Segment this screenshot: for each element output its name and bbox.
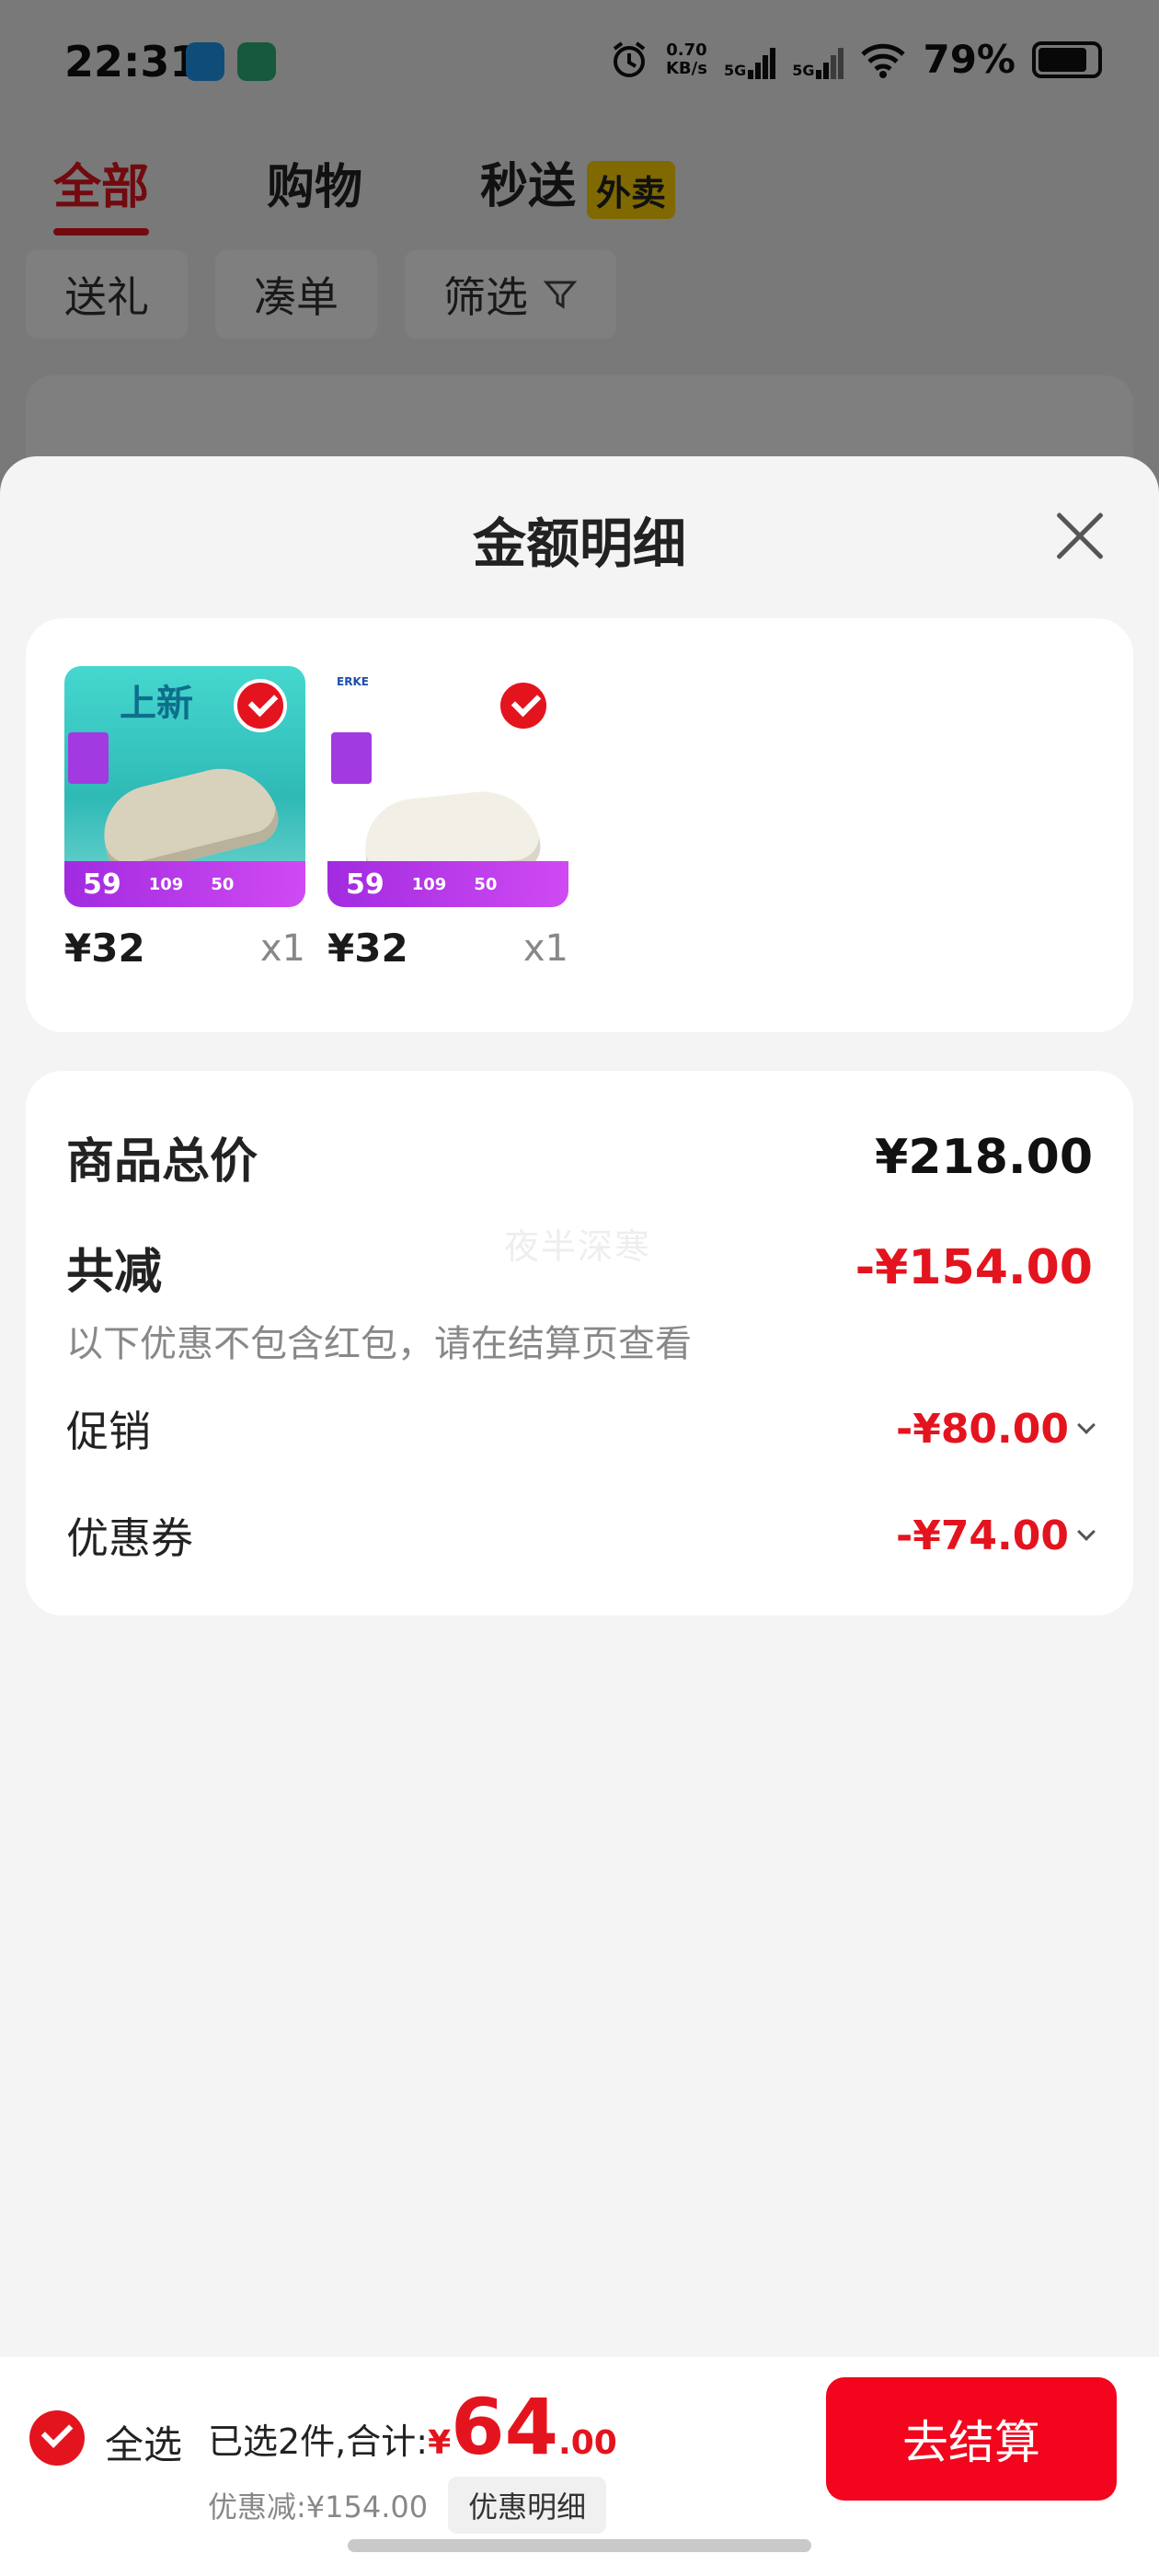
overlay-mask[interactable] (0, 0, 1159, 515)
coupon-value: -¥74.00 (895, 1512, 1069, 1559)
promo-label: 促销 (66, 1407, 151, 1456)
selected-products: 上新 59 109 50 ¥32 x1 ERKE 59 109 50 ¥32 x… (26, 618, 1133, 1032)
promo-band: 59 109 50 (327, 861, 568, 907)
band-mid: 109 (148, 874, 184, 894)
sheet-title: 金额明细 (472, 512, 686, 575)
total-integer: 64 (451, 2382, 559, 2472)
band-right: 50 (211, 874, 235, 894)
checkout-button[interactable]: 去结算 (826, 2377, 1117, 2501)
selected-text: 已选2件,合计: (208, 2421, 429, 2462)
product-price: ¥32 (64, 926, 145, 971)
promo-row[interactable]: 促销 -¥80.00 (66, 1398, 1096, 1459)
coupon-row[interactable]: 优惠券 -¥74.00 (66, 1505, 1096, 1566)
product-art-text: 上新 (120, 683, 193, 725)
product-qty: x1 (259, 927, 305, 970)
home-indicator[interactable] (348, 2539, 811, 2552)
selected-total: 已选2件,合计: ¥ 64 .00 (208, 2388, 617, 2466)
band-price: 59 (346, 868, 384, 901)
promo-value-wrap: -¥80.00 (895, 1405, 1096, 1453)
promo-tag (68, 732, 109, 784)
price-summary: 商品总价 ¥218.00 夜半深寒 共减 -¥154.00 以下优惠不包含红包，… (26, 1071, 1133, 1616)
currency-symbol: ¥ (428, 2424, 452, 2462)
band-price: 59 (83, 868, 121, 901)
discount-text: 优惠减:¥154.00 (208, 2490, 429, 2524)
promo-value: -¥80.00 (895, 1405, 1069, 1453)
product-price: ¥32 (327, 926, 408, 971)
chevron-down-icon[interactable] (1077, 1523, 1096, 1541)
erke-logo: ERKE (337, 675, 369, 688)
promo-tag (331, 732, 372, 784)
product-qty: x1 (522, 927, 568, 970)
total-row: 商品总价 ¥218.00 (66, 1122, 1093, 1191)
reduce-value: -¥154.00 (855, 1239, 1093, 1295)
total-label: 商品总价 (66, 1134, 258, 1190)
discount-detail-button[interactable]: 优惠明细 (448, 2477, 607, 2534)
reduce-row: 共减 -¥154.00 (66, 1233, 1093, 1302)
select-all-check-icon[interactable] (29, 2410, 85, 2466)
product-check-icon[interactable] (497, 679, 550, 732)
band-mid: 109 (411, 874, 447, 894)
close-icon[interactable] (1054, 510, 1106, 561)
chevron-down-icon[interactable] (1077, 1416, 1096, 1434)
total-decimal: .00 (558, 2424, 617, 2462)
promo-band: 59 109 50 (64, 861, 305, 907)
reduce-label: 共减 (66, 1245, 163, 1300)
coupon-label: 优惠券 (66, 1513, 193, 1563)
total-value: ¥218.00 (875, 1129, 1093, 1185)
coupon-value-wrap: -¥74.00 (895, 1512, 1096, 1559)
product-item[interactable]: ERKE 59 109 50 ¥32 x1 (327, 666, 568, 971)
price-detail-sheet: 金额明细 上新 59 109 50 ¥32 x1 ERKE 59 109 50 … (0, 456, 1159, 2576)
band-right: 50 (474, 874, 498, 894)
discount-line: 优惠减:¥154.00 优惠明细 (208, 2477, 607, 2534)
product-check-icon[interactable] (234, 679, 287, 732)
product-item[interactable]: 上新 59 109 50 ¥32 x1 (64, 666, 305, 971)
discount-note: 以下优惠不包含红包，请在结算页查看 (66, 1323, 692, 1365)
select-all-label[interactable]: 全选 (105, 2414, 182, 2470)
